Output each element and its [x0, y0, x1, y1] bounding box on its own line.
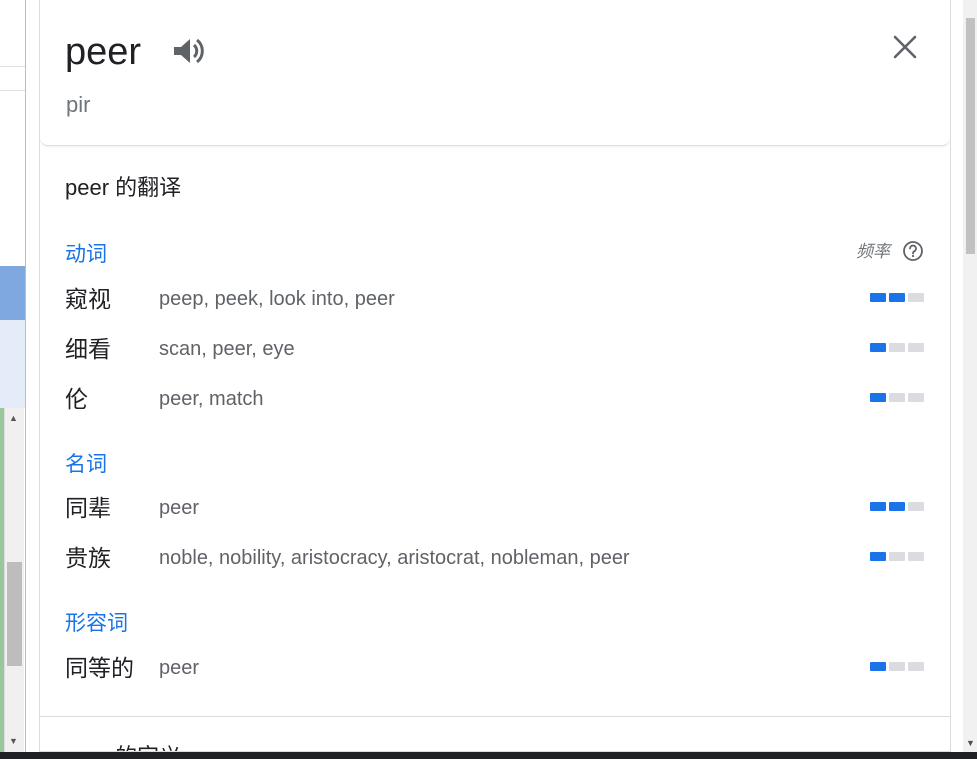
background-panel	[0, 320, 25, 408]
help-circle-icon[interactable]	[902, 240, 924, 262]
translation-term: 细看	[65, 336, 111, 362]
part-of-speech-verb: 动词	[65, 243, 107, 266]
reverse-translations: scan, peer, eye	[159, 338, 295, 360]
translation-row[interactable]: 同辈 peer	[65, 492, 925, 532]
reverse-translations: noble, nobility, aristocracy, aristocrat…	[159, 547, 630, 569]
frequency-bar	[870, 662, 924, 671]
reverse-translations: peep, peek, look into, peer	[159, 288, 395, 310]
divider	[0, 66, 25, 67]
close-icon[interactable]	[892, 34, 918, 60]
reverse-translations: peer	[159, 497, 200, 519]
scrollbar-thumb[interactable]	[7, 562, 22, 666]
scroll-down-icon[interactable]: ▼	[966, 738, 975, 748]
frequency-bar	[870, 502, 924, 511]
translation-row[interactable]: 细看 scan, peer, eye	[65, 333, 925, 373]
divider	[0, 90, 25, 91]
translation-term: 伦	[65, 386, 88, 412]
phonetic-transcription: pir	[66, 92, 91, 117]
frequency-bar	[870, 393, 924, 402]
translation-term: 同辈	[65, 495, 111, 521]
part-of-speech-adjective: 形容词	[65, 612, 128, 635]
translation-row[interactable]: 伦 peer, match	[65, 383, 925, 423]
reverse-translations: peer, match	[159, 388, 264, 410]
scroll-up-icon[interactable]: ▲	[9, 413, 18, 423]
frequency-bar	[870, 552, 924, 561]
translation-term: 窥视	[65, 286, 111, 312]
headword: peer	[65, 31, 142, 73]
translation-term: 贵族	[65, 545, 111, 571]
background-app-strip: ▲ ▼	[0, 0, 26, 759]
definitions-heading: peer 的定义	[65, 742, 181, 751]
background-panel	[0, 266, 25, 320]
part-of-speech-noun: 名词	[65, 453, 107, 476]
page-scrollbar[interactable]: ▼	[963, 0, 977, 752]
frequency-bar	[870, 343, 924, 352]
translation-row[interactable]: 贵族 noble, nobility, aristocracy, aristoc…	[65, 542, 925, 582]
translation-term: 同等的	[65, 655, 134, 681]
translation-row[interactable]: 同等的 peer	[65, 652, 925, 692]
scroll-down-icon[interactable]: ▼	[9, 736, 18, 746]
reverse-translations: peer	[159, 657, 200, 679]
translation-card: peer pir peer 的翻译 频率 动词 窥视 peep, peek, l…	[39, 0, 951, 752]
section-divider	[40, 716, 950, 717]
card-header: peer pir	[40, 0, 950, 146]
taskbar-edge	[0, 752, 977, 759]
translation-row[interactable]: 窥视 peep, peek, look into, peer	[65, 283, 925, 323]
frequency-bar	[870, 293, 924, 302]
scrollbar-thumb[interactable]	[966, 18, 975, 254]
speaker-icon[interactable]	[172, 36, 206, 66]
frequency-label: 频率	[856, 242, 890, 261]
translations-heading: peer 的翻译	[65, 175, 182, 200]
